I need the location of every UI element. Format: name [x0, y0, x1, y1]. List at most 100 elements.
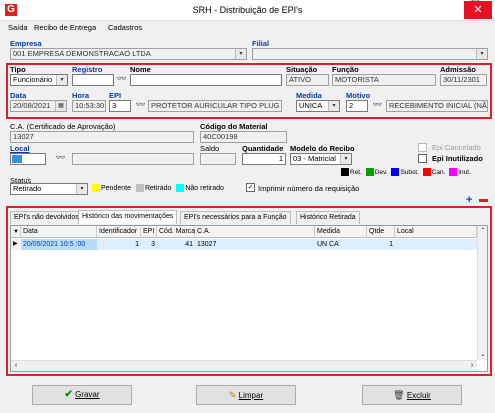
binoculars-icon[interactable]: 👓	[55, 153, 66, 165]
medida-select[interactable]: UNICA ▾	[296, 100, 340, 112]
scroll-down-icon[interactable]: ⌄	[478, 350, 488, 360]
local-description-field	[72, 153, 194, 165]
vertical-scrollbar[interactable]: ⌃ ⌄	[477, 226, 487, 360]
legend-can-swatch	[422, 168, 431, 176]
scroll-up-icon[interactable]: ⌃	[478, 226, 488, 236]
funcao-label: Função	[332, 65, 359, 74]
col-cod-marca[interactable]: Cód. Marca	[157, 226, 195, 238]
calendar-icon: ▦	[55, 101, 66, 111]
add-icon[interactable]: +	[466, 194, 472, 206]
binoculars-icon[interactable]: 👓	[135, 100, 146, 112]
motivo-label: Motivo	[346, 91, 371, 100]
chevron-down-icon: ▾	[56, 75, 67, 85]
empresa-select[interactable]: 001 EMPRESA DEMONSTRACAO LTDA ▾	[10, 48, 247, 60]
tab-historico-movimentacoes[interactable]: Histórico das movimentações	[78, 210, 178, 224]
status-select[interactable]: Retirado ▾	[10, 183, 88, 195]
col-data[interactable]: Data	[21, 226, 97, 238]
ca-label: C.A. (Certificado de Aprovação)	[10, 122, 116, 131]
limpar-button[interactable]: ✎ Limpar	[196, 385, 296, 405]
hora-label: Hora	[72, 91, 90, 100]
imprimir-checkbox[interactable]: ✓	[246, 183, 255, 192]
filial-select[interactable]: ▾	[252, 48, 488, 60]
cell-identificador: 1	[135, 241, 139, 248]
movement-grid: ▼ Data Identificador EPI Cód. Marca C.A.…	[10, 225, 488, 372]
col-medida[interactable]: Medida	[315, 226, 367, 238]
empresa-value: 001 EMPRESA DEMONSTRACAO LTDA	[13, 49, 151, 58]
data-field[interactable]: 20/08/2021 ▦	[10, 100, 67, 112]
legend-subst-swatch	[391, 168, 400, 176]
window-title: SRH - Distribuição de EPI's	[192, 5, 303, 15]
scroll-right-icon[interactable]: ›	[467, 361, 477, 371]
hora-field[interactable]: 10:53:30	[72, 100, 106, 112]
eraser-icon: ✎	[228, 390, 237, 400]
excluir-button[interactable]: 🗑 Excluir	[362, 385, 462, 405]
legend-subst: Subst.	[391, 168, 419, 176]
checkmark-icon: ✔	[64, 389, 73, 400]
chevron-down-icon: ▾	[235, 49, 246, 59]
col-epi[interactable]: EPI	[141, 226, 157, 238]
legend-nao-retirado: Não retirado	[176, 184, 224, 192]
menu-saida[interactable]: Saída	[8, 23, 28, 32]
admissao-label: Admissão	[440, 65, 476, 74]
motivo-description-field: RECEBIMENTO INICIAL (NÃO	[386, 100, 488, 112]
grid-header: ▼ Data Identificador EPI Cód. Marca C.A.…	[11, 226, 477, 238]
tipo-label: Tipo	[10, 65, 26, 74]
binoculars-icon[interactable]: 👓	[116, 74, 127, 86]
cell-marca: 41	[185, 241, 193, 248]
horizontal-scrollbar[interactable]: ‹ ›	[11, 360, 477, 371]
motivo-code-input[interactable]: 2	[346, 100, 368, 112]
tipo-select[interactable]: Funcionário ▾	[10, 74, 68, 86]
tab-epis-nao-devolvidos[interactable]: EPI's não devolvidos	[10, 211, 83, 224]
quantidade-label: Quantidade	[242, 144, 284, 153]
col-ca[interactable]: C.A.	[195, 226, 315, 238]
registro-label: Registro	[72, 65, 103, 74]
scroll-left-icon[interactable]: ‹	[11, 361, 21, 371]
ca-field: 13027	[10, 131, 194, 143]
medida-label: Medida	[296, 91, 322, 100]
legend-dev: Dev.	[365, 168, 388, 176]
epi-code-input[interactable]: 3	[109, 100, 131, 112]
nome-input[interactable]	[130, 74, 282, 86]
epi-inutilizado-checkbox[interactable]	[418, 154, 427, 163]
col-identificador[interactable]: Identificador	[97, 226, 141, 238]
tab-strip: EPI's não devolvidos Histórico das movim…	[10, 210, 488, 225]
saldo-field	[200, 153, 236, 165]
binoculars-icon[interactable]: 👓	[372, 100, 383, 112]
codigo-material-label: Código do Material	[200, 122, 268, 131]
legend-pendente: Pendente	[92, 184, 131, 192]
cell-local	[395, 239, 477, 250]
row-pointer-icon: ▶	[11, 239, 21, 250]
chevron-down-icon: ▾	[340, 154, 351, 164]
modelo-recibo-select[interactable]: 03 - Matricial ▾	[290, 153, 352, 165]
cell-qtde: 1	[389, 241, 393, 248]
modelo-recibo-label: Modelo do Recibo	[290, 144, 355, 153]
gravar-button[interactable]: ✔ Gravar	[32, 385, 132, 405]
epi-inutilizado-label: Epi Inutilizado	[432, 154, 483, 163]
funcao-field: MOTORISTA	[332, 74, 436, 86]
chevron-down-icon: ▾	[328, 101, 339, 111]
close-button[interactable]: ✕	[464, 1, 492, 19]
legend-can: Can.	[422, 168, 445, 176]
tab-epis-necessarios[interactable]: EPI's necessários para a Função	[180, 211, 291, 224]
menu-recibo[interactable]: Recibo de Entrega	[34, 23, 96, 32]
cell-data: 20/05/2021 10:5 :00	[21, 239, 97, 250]
legend-dev-swatch	[365, 168, 374, 176]
quantidade-input[interactable]: 1	[242, 153, 286, 165]
col-qtde[interactable]: Qtde	[367, 226, 395, 238]
tab-historico-retirada[interactable]: Histórico Retirada	[296, 211, 360, 224]
menu-bar: Saída Recibo de Entrega Cadastros	[0, 21, 495, 34]
menu-cadastros[interactable]: Cadastros	[108, 23, 142, 32]
admissao-field: 30/11/2301	[440, 74, 487, 86]
local-label: Local	[10, 144, 30, 153]
registro-input[interactable]	[72, 74, 114, 86]
saldo-label: Saldo	[200, 144, 220, 153]
remove-icon[interactable]	[479, 199, 488, 202]
epi-cancelado-checkbox[interactable]	[418, 143, 427, 152]
local-code-input[interactable]	[10, 153, 46, 165]
col-local[interactable]: Local	[395, 226, 477, 238]
imprimir-label: Imprimir número da requisição	[258, 184, 360, 193]
table-row[interactable]: ▶ 20/05/2021 10:5 :00 1 3 41 13027 UN CA…	[11, 239, 477, 250]
trash-icon: 🗑	[393, 390, 405, 400]
filial-label: Filial	[252, 39, 270, 48]
sort-indicator-icon: ▼	[11, 226, 21, 238]
